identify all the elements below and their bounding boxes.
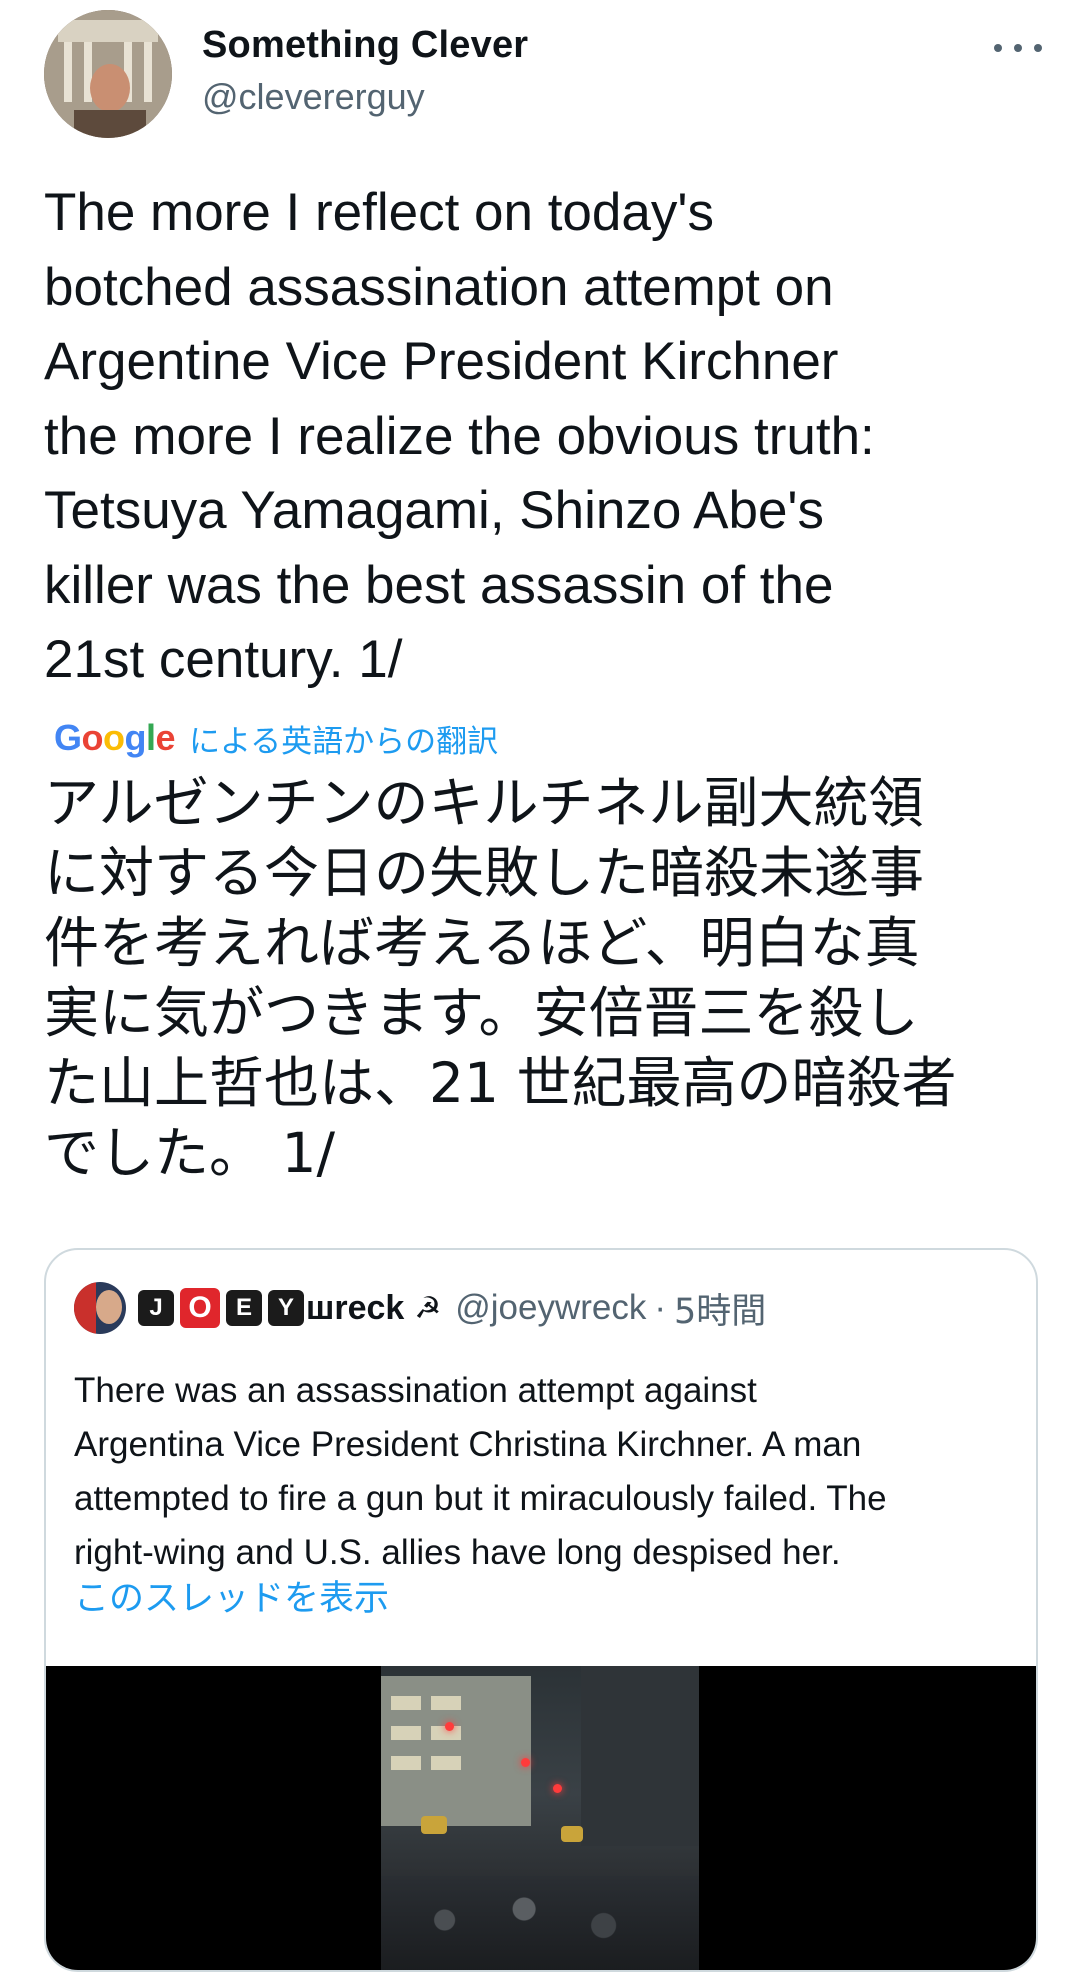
quote-author-name: шreck xyxy=(306,1288,405,1327)
tweet-text: The more I reflect on today's botched as… xyxy=(44,183,875,689)
quote-author-avatar xyxy=(74,1282,126,1334)
google-logo: Google xyxy=(54,717,176,758)
separator-dot: · xyxy=(654,1288,667,1327)
quote-author-handle: @joeywreck xyxy=(455,1288,647,1327)
translated-text: アルゼンチンのキルチネル副大統領 に対する今日の失敗した暗殺未遂事 件を考えれば… xyxy=(44,771,957,1185)
translation-attribution: Google による英語からの翻訳 xyxy=(54,716,498,760)
author-avatar[interactable] xyxy=(44,10,172,138)
tweet-header: Something Clever @clevererguy xyxy=(44,8,1044,140)
more-icon[interactable] xyxy=(994,30,1042,66)
quote-timestamp: 5時間 xyxy=(674,1291,767,1332)
quote-header: J O E Y шreck ☭ @joeywreck · 5時間 xyxy=(74,1280,766,1336)
author-name[interactable]: Something Clever xyxy=(202,24,528,67)
show-thread-link[interactable]: このスレッドを表示 xyxy=(74,1570,389,1621)
sickle-icon: ☭ xyxy=(414,1291,442,1325)
quote-name-letter: O xyxy=(180,1288,220,1328)
translation-label[interactable]: による英語からの翻訳 xyxy=(189,716,498,761)
quote-name-letter: J xyxy=(138,1290,174,1326)
quote-tweet-card[interactable]: J O E Y шreck ☭ @joeywreck · 5時間 There w… xyxy=(44,1248,1038,1972)
video-frame xyxy=(381,1666,699,1970)
video-thumbnail[interactable] xyxy=(46,1666,1036,1970)
author-handle[interactable]: @clevererguy xyxy=(202,76,425,118)
quote-name-letter: Y xyxy=(268,1290,304,1326)
quote-text: There was an assassination attempt again… xyxy=(74,1371,887,1572)
quote-name-letter: E xyxy=(226,1290,262,1326)
